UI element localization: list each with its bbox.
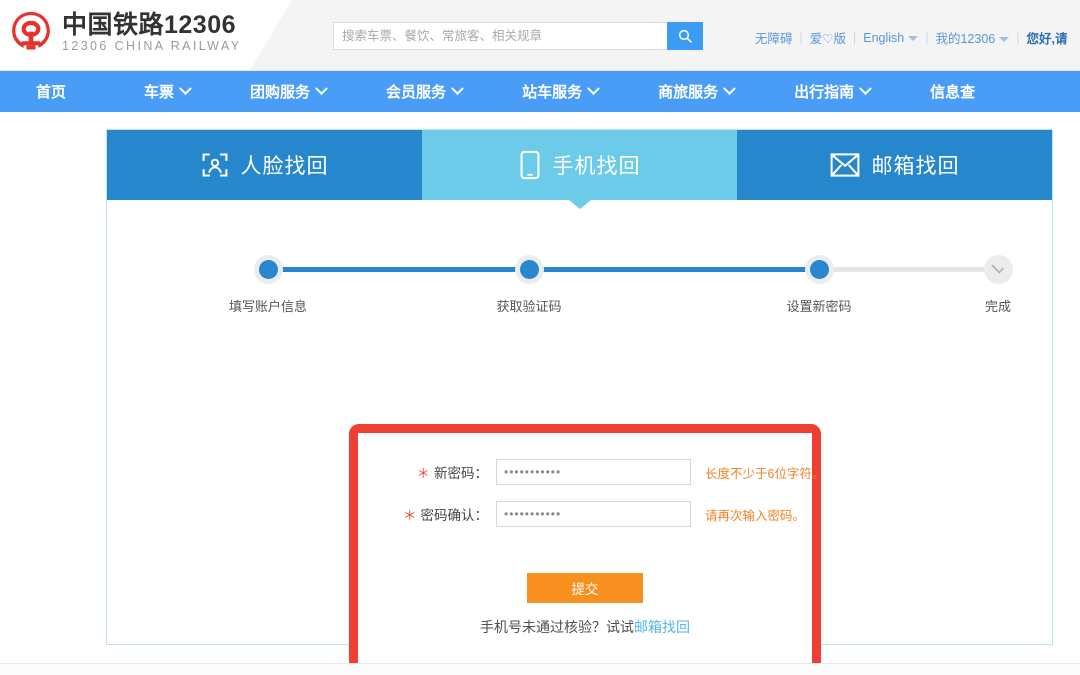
header-utility-links: 无障碍 | 爱♡版 | English | 我的12306 | 您好,请 (755, 28, 1067, 47)
chevron-down-icon (451, 82, 464, 95)
link-separator: | (925, 31, 928, 45)
nav-item-group-service[interactable]: 团购服务 (250, 81, 326, 102)
search-box[interactable] (333, 22, 703, 50)
chevron-down-icon (859, 82, 872, 95)
site-logo[interactable]: 中国铁路12306 12306 CHINA RAILWAY (8, 10, 241, 56)
chevron-down-icon (999, 37, 1009, 42)
nav-item-home[interactable]: 首页 (36, 81, 66, 102)
main-navigation: 首页 车票 团购服务 会员服务 站车服务 商旅服务 出行指南 信息查 (0, 71, 1080, 112)
step-label: 填写账户信息 (198, 296, 338, 315)
logo-title-en: 12306 CHINA RAILWAY (62, 39, 241, 54)
alternative-method-line: 手机号未通过核验？试试邮箱找回 (358, 617, 812, 637)
step-label: 获取验证码 (459, 296, 599, 315)
required-marker: ＊ (403, 508, 417, 523)
page-stage: 人脸找回 手机找回 邮箱找回 (0, 112, 1080, 675)
nav-item-business-travel[interactable]: 商旅服务 (658, 81, 734, 102)
link-separator: | (853, 31, 856, 45)
link-accessibility[interactable]: 无障碍 (755, 28, 793, 47)
link-separator: | (800, 31, 803, 45)
retrieve-method-tabs: 人脸找回 手机找回 邮箱找回 (107, 130, 1052, 200)
step-dot (805, 255, 834, 284)
link-my12306[interactable]: 我的12306 (935, 28, 1009, 47)
nav-label: 信息查 (930, 81, 975, 102)
highlight-box: ＊新密码： 长度不少于6位字符。 ＊密码确认： 请再次输入密码。 提交 (349, 424, 821, 675)
label-text: 新密码： (434, 466, 488, 481)
greeting-text[interactable]: 您好,请 (1027, 28, 1068, 47)
submit-button[interactable]: 提交 (527, 573, 643, 603)
new-password-hint: 长度不少于6位字符。 (705, 463, 824, 482)
face-scan-icon (201, 151, 229, 179)
chevron-down-icon (908, 36, 918, 41)
progress-steps: 填写账户信息 获取验证码 设置新密码 完成 (107, 255, 1052, 325)
nav-label: 车票 (144, 81, 174, 102)
step-fill-account-info: 填写账户信息 (198, 255, 338, 315)
submit-row: 提交 (358, 573, 812, 603)
link-love-edition[interactable]: 爱♡版 (810, 28, 846, 47)
step-dot (254, 255, 283, 284)
tab-label: 手机找回 (553, 150, 641, 180)
step-label: 完成 (928, 296, 1068, 315)
search-input[interactable] (333, 22, 667, 50)
step-get-verify-code: 获取验证码 (459, 255, 599, 315)
confirm-password-hint: 请再次输入密码。 (705, 505, 805, 524)
tab-phone-retrieve[interactable]: 手机找回 (422, 130, 737, 200)
link-my12306-label: 我的12306 (935, 32, 995, 46)
tab-email-retrieve[interactable]: 邮箱找回 (737, 130, 1052, 200)
nav-label: 会员服务 (386, 81, 446, 102)
retrieve-password-card: 人脸找回 手机找回 邮箱找回 (106, 129, 1053, 645)
nav-item-tickets[interactable]: 车票 (144, 81, 190, 102)
nav-label: 站车服务 (522, 81, 582, 102)
field-confirm-password: ＊ 密码确认： 请再次输入密码。 (358, 501, 812, 527)
chevron-down-icon (315, 82, 328, 95)
mobile-phone-icon (519, 150, 541, 180)
chevron-down-icon (179, 82, 192, 95)
search-icon (677, 28, 693, 44)
footer-area (0, 664, 1080, 675)
site-header: 中国铁路12306 12306 CHINA RAILWAY 无障碍 | 爱♡版 … (0, 0, 1080, 71)
tab-face-retrieve[interactable]: 人脸找回 (107, 130, 422, 200)
nav-label: 商旅服务 (658, 81, 718, 102)
step-set-new-password: 设置新密码 (749, 255, 889, 315)
link-separator: | (1016, 31, 1019, 45)
link-english[interactable]: English (863, 31, 918, 45)
new-password-input[interactable] (496, 459, 691, 485)
new-password-form: ＊新密码： 长度不少于6位字符。 ＊ 密码确认： 请再次输入密码。 提交 (358, 433, 812, 675)
nav-item-member-service[interactable]: 会员服务 (386, 81, 462, 102)
tab-label: 邮箱找回 (872, 150, 960, 180)
tab-label: 人脸找回 (241, 150, 329, 180)
envelope-icon (830, 153, 860, 177)
confirm-password-input[interactable] (496, 501, 691, 527)
nav-label: 首页 (36, 81, 66, 102)
required-marker: ＊ (417, 466, 431, 481)
search-button[interactable] (667, 22, 703, 50)
nav-item-info-query[interactable]: 信息查 (930, 81, 975, 102)
email-retrieve-link[interactable]: 邮箱找回 (634, 619, 690, 635)
alternative-method-text: 手机号未通过核验？试试 (480, 619, 634, 635)
step-dot (984, 255, 1013, 284)
nav-label: 出行指南 (794, 81, 854, 102)
logo-title-cn: 中国铁路12306 (62, 12, 241, 39)
chevron-down-icon (587, 82, 600, 95)
step-label: 设置新密码 (749, 296, 889, 315)
field-new-password: ＊新密码： 长度不少于6位字符。 (358, 459, 812, 485)
active-tab-pointer (569, 200, 591, 209)
step-dot (515, 255, 544, 284)
link-english-label: English (863, 31, 904, 45)
nav-label: 团购服务 (250, 81, 310, 102)
nav-item-station-service[interactable]: 站车服务 (522, 81, 598, 102)
new-password-label: ＊新密码： (358, 462, 488, 482)
step-complete: 完成 (928, 255, 1068, 315)
nav-item-travel-guide[interactable]: 出行指南 (794, 81, 870, 102)
chevron-down-icon (723, 82, 736, 95)
confirm-password-label: ＊ 密码确认： (358, 504, 488, 524)
label-text: 密码确认： (421, 508, 489, 523)
railway-logo-icon (8, 10, 54, 56)
